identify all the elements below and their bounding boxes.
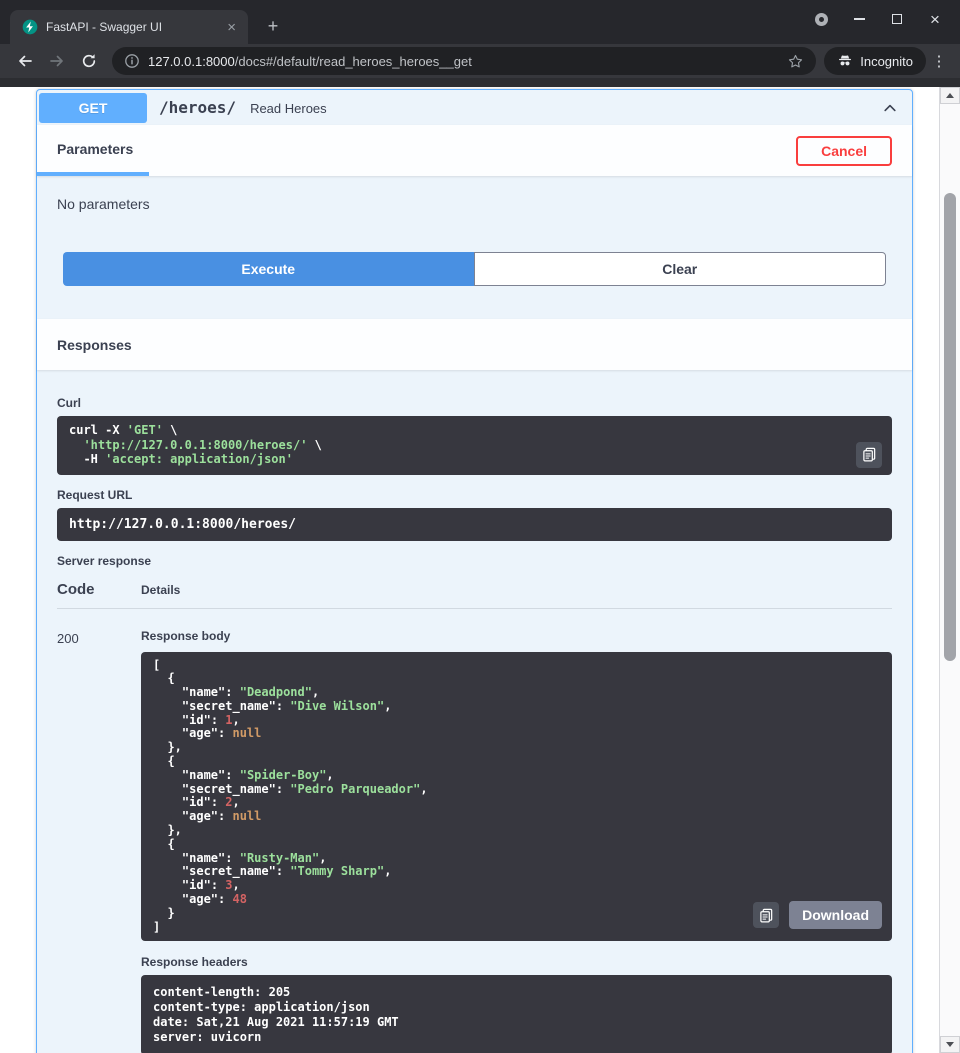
curl-token: \ — [163, 423, 177, 437]
scroll-down-arrow-icon — [946, 1042, 954, 1047]
scrollbar-thumb[interactable] — [944, 193, 956, 661]
close-window-button[interactable]: × — [928, 11, 942, 28]
bookmark-star-icon[interactable] — [787, 53, 804, 70]
method-badge: GET — [39, 93, 147, 123]
site-info-icon[interactable] — [124, 53, 140, 69]
curl-line: -H 'accept: application/json' — [69, 452, 880, 467]
response-body-label: Response body — [141, 629, 892, 643]
responses-title: Responses — [57, 337, 132, 353]
tab-close-icon[interactable]: × — [223, 19, 240, 36]
reload-button[interactable] — [74, 46, 104, 76]
copy-response-button[interactable] — [753, 902, 779, 928]
request-url-value: http://127.0.0.1:8000/heroes/ — [69, 517, 296, 532]
execute-button[interactable]: Execute — [63, 252, 474, 286]
response-headers-block: content-length: 205 content-type: applic… — [141, 975, 892, 1053]
curl-token: 'accept: application/json' — [105, 452, 293, 466]
url-text: 127.0.0.1:8000/docs#/default/read_heroes… — [148, 54, 779, 69]
incognito-icon — [837, 53, 853, 69]
details-column-header: Details — [141, 583, 180, 597]
toolbar-shadow — [0, 78, 960, 87]
browser-titlebar: FastAPI - Swagger UI × + × — [0, 0, 960, 44]
cancel-button[interactable]: Cancel — [796, 136, 892, 166]
response-body-code: [ { "name": "Deadpond", "secret_name": "… — [153, 659, 880, 935]
curl-line: 'http://127.0.0.1:8000/heroes/' \ — [69, 438, 880, 453]
opblock-get-heroes: GET /heroes/ Read Heroes Parameters Canc… — [36, 89, 913, 1053]
request-url-label: Request URL — [57, 488, 892, 502]
swagger-page: GET /heroes/ Read Heroes Parameters Canc… — [0, 87, 960, 1053]
maximize-button[interactable] — [890, 14, 904, 24]
response-row: 200 Response body [ { "name": "Deadpond"… — [57, 629, 892, 1053]
status-code: 200 — [57, 629, 141, 1053]
response-details: Response body [ { "name": "Deadpond", "s… — [141, 629, 892, 1053]
window-controls: × — [814, 11, 948, 34]
forward-button[interactable] — [42, 46, 72, 76]
response-headers-code: content-length: 205 content-type: applic… — [153, 985, 880, 1045]
scroll-down-button[interactable] — [940, 1036, 960, 1053]
endpoint-path: /heroes/ — [159, 98, 236, 117]
tab-title: FastAPI - Swagger UI — [46, 20, 215, 34]
parameters-header: Parameters Cancel — [37, 125, 912, 176]
swagger-content: GET /heroes/ Read Heroes Parameters Canc… — [36, 89, 913, 1053]
server-response-label: Server response — [57, 554, 892, 568]
code-column-header: Code — [57, 581, 141, 598]
responses-header: Responses — [37, 319, 912, 370]
curl-line: curl -X 'GET' \ — [69, 423, 880, 438]
incognito-label: Incognito — [860, 54, 913, 69]
parameters-tab[interactable]: Parameters — [37, 125, 149, 176]
curl-label: Curl — [57, 396, 892, 410]
tab-search-icon[interactable] — [814, 13, 828, 26]
back-button[interactable] — [10, 46, 40, 76]
curl-token: \ — [307, 438, 321, 452]
no-parameters-message: No parameters — [57, 196, 892, 212]
parameters-title: Parameters — [57, 141, 133, 157]
page-scrollbar[interactable] — [939, 87, 960, 1053]
endpoint-summary: Read Heroes — [250, 100, 327, 116]
url-path: /docs#/default/read_heroes_heroes__get — [235, 54, 472, 69]
curl-command-block: curl -X 'GET' \ 'http://127.0.0.1:8000/h… — [57, 416, 892, 475]
response-body-block: [ { "name": "Deadpond", "secret_name": "… — [141, 652, 892, 942]
fastapi-favicon-icon — [22, 19, 38, 35]
menu-kebab-icon[interactable]: ⋮ — [928, 52, 950, 70]
execute-group: Execute Clear — [57, 212, 892, 319]
response-table-header: Code Details — [57, 581, 892, 609]
opblock-summary[interactable]: GET /heroes/ Read Heroes — [37, 90, 912, 125]
curl-token: 'GET' — [127, 423, 163, 437]
clear-button[interactable]: Clear — [474, 252, 887, 286]
collapse-chevron-icon[interactable] — [882, 100, 898, 116]
new-tab-button[interactable]: + — [260, 13, 286, 39]
address-bar[interactable]: 127.0.0.1:8000/docs#/default/read_heroes… — [112, 47, 816, 75]
curl-token: curl -X — [69, 423, 127, 437]
responses-body: Curl curl -X 'GET' \ 'http://127.0.0.1:8… — [37, 370, 912, 1053]
response-body-wrap: [ { "name": "Deadpond", "secret_name": "… — [141, 652, 892, 942]
browser-tab[interactable]: FastAPI - Swagger UI × — [10, 10, 248, 44]
scroll-up-button[interactable] — [940, 87, 960, 104]
url-host: 127.0.0.1:8000 — [148, 54, 235, 69]
request-url-block: http://127.0.0.1:8000/heroes/ — [57, 508, 892, 541]
browser-toolbar: 127.0.0.1:8000/docs#/default/read_heroes… — [0, 44, 960, 78]
response-headers-label: Response headers — [141, 955, 892, 969]
scroll-up-arrow-icon — [946, 93, 954, 98]
curl-token — [69, 438, 83, 452]
minimize-button[interactable] — [852, 18, 866, 20]
response-body-controls: Download — [753, 901, 882, 929]
download-button[interactable]: Download — [789, 901, 882, 929]
copy-curl-button[interactable] — [856, 442, 882, 468]
parameters-body: No parameters Execute Clear — [37, 176, 912, 319]
incognito-badge: Incognito — [824, 47, 926, 75]
curl-token: 'http://127.0.0.1:8000/heroes/' — [83, 438, 307, 452]
curl-token: -H — [69, 452, 105, 466]
